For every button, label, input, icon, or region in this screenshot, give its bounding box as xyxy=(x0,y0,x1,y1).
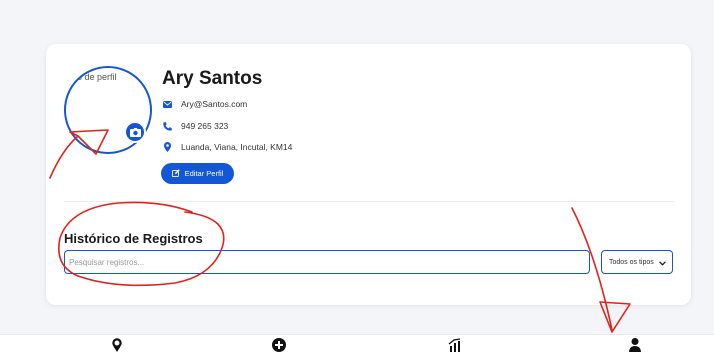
nav-chart-icon[interactable] xyxy=(448,338,462,352)
record-type-select[interactable]: Todos os tipos xyxy=(601,250,673,274)
camera-icon xyxy=(129,127,141,137)
avatar-alt-text: Foto de perfil xyxy=(64,72,117,82)
profile-card: Foto de perfil Ary Santos Ary@Santos.com… xyxy=(46,44,691,305)
map-marker-icon xyxy=(162,142,172,152)
phone-row: 949 265 323 xyxy=(162,119,228,133)
address-row: Luanda, Viana, Incutal, KM14 xyxy=(162,140,292,154)
nav-user-icon[interactable] xyxy=(628,338,642,352)
section-divider xyxy=(64,201,674,202)
search-records-input[interactable] xyxy=(64,250,590,274)
profile-phone: 949 265 323 xyxy=(181,121,229,131)
change-photo-button[interactable] xyxy=(124,121,146,143)
record-type-selected: Todos os tipos xyxy=(609,258,654,266)
nav-plus-circle-icon[interactable] xyxy=(272,338,286,352)
edit-profile-label: Editar Perfil xyxy=(184,169,224,178)
envelope-icon xyxy=(162,99,172,109)
phone-icon xyxy=(162,121,172,131)
profile-name: Ary Santos xyxy=(162,68,263,89)
chevron-down-icon xyxy=(659,253,666,271)
edit-profile-button[interactable]: Editar Perfil xyxy=(161,163,234,184)
email-row: Ary@Santos.com xyxy=(162,97,247,111)
bottom-nav xyxy=(0,334,714,352)
profile-email: Ary@Santos.com xyxy=(181,99,248,109)
profile-address: Luanda, Viana, Incutal, KM14 xyxy=(181,142,293,152)
edit-icon xyxy=(171,168,180,179)
theme-toggle-moon-icon[interactable] xyxy=(700,18,714,36)
history-title: Histórico de Registros xyxy=(64,231,203,246)
nav-map-marker-icon[interactable] xyxy=(110,338,124,352)
